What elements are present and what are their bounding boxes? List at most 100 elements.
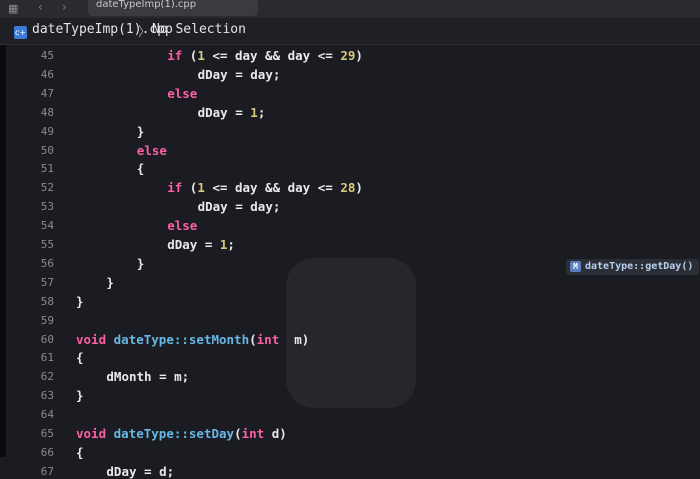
code-line[interactable]: dDay = 1; <box>167 238 235 252</box>
text-token: ) <box>355 180 363 196</box>
number-token: 28 <box>340 180 356 196</box>
code-line[interactable]: dDay = d; <box>106 463 175 479</box>
number-token: 1 <box>250 104 258 120</box>
code-line[interactable]: } <box>106 274 114 290</box>
breadcrumb-separator-icon: 〉 <box>138 25 152 40</box>
line-number: 65 <box>40 427 54 440</box>
code-editor[interactable]: 45 if (1 <= day && day <= 29) 46 dDay = day… <box>0 44 700 479</box>
text-token: dMonth = m; <box>106 369 190 385</box>
text-token: ; <box>257 104 266 120</box>
text-token: { <box>76 444 84 460</box>
tab-bar: ▦ ‹ › dateTypeImp(1).cpp <box>0 0 700 18</box>
line-number: 49 <box>40 124 54 138</box>
keyword-token: void <box>76 331 107 347</box>
text-token: dDay = <box>167 237 220 252</box>
text-token: ( <box>249 331 257 347</box>
line-number: 51 <box>40 162 54 176</box>
text-token: { <box>136 161 145 177</box>
text-token: { <box>76 350 84 366</box>
code-line[interactable]: dDay = day; <box>197 66 281 82</box>
back-arrow-icon[interactable]: ‹ <box>38 0 43 14</box>
line-number: 64 <box>40 408 54 422</box>
text-token: ( <box>182 180 198 196</box>
line-number: 57 <box>40 275 54 289</box>
code-line[interactable]: else <box>167 219 197 233</box>
line-number: 50 <box>40 143 54 157</box>
text-token: dDay = day; <box>197 66 281 82</box>
number-token: 1 <box>197 48 205 63</box>
line-number: 52 <box>40 181 54 195</box>
code-line[interactable]: { <box>76 351 84 365</box>
symbol-hint-label: dateType::getDay() <box>585 261 694 272</box>
text-token: } <box>76 293 84 309</box>
line-number: 45 <box>40 49 54 62</box>
text-token: dDay = day; <box>197 199 281 215</box>
text-token: dDay = <box>197 104 251 120</box>
code-line[interactable]: } <box>76 389 84 403</box>
text-token: d) <box>264 426 287 441</box>
text-token: dDay = d; <box>106 463 175 479</box>
line-number: 56 <box>40 256 54 270</box>
function-token: dateType::setDay <box>113 426 235 441</box>
text-token: ) <box>355 48 363 63</box>
number-token: 1 <box>197 180 205 196</box>
line-number: 62 <box>40 370 54 384</box>
code-line[interactable]: dDay = 1; <box>197 104 266 120</box>
line-number: 55 <box>40 238 54 251</box>
text-token: <= day && day <= <box>204 180 341 196</box>
line-number: 47 <box>40 86 54 100</box>
line-number: 61 <box>40 351 54 365</box>
line-number: 59 <box>40 313 54 327</box>
tab-title[interactable]: dateTypeImp(1).cpp <box>96 0 246 10</box>
code-line[interactable]: { <box>76 444 84 460</box>
code-line[interactable]: dDay = day; <box>198 200 281 214</box>
code-line[interactable]: dMonth = m; <box>106 370 189 384</box>
code-line[interactable]: if (1 <= day && day <= 29) <box>167 49 363 63</box>
breadcrumb-selection[interactable]: No Selection <box>152 22 246 37</box>
keyword-token: if <box>167 180 183 196</box>
keyword-token: else <box>167 85 198 101</box>
cpp-file-icon: c+ <box>14 26 27 39</box>
code-line[interactable]: void dateType::setMonth(int m) <box>76 331 310 347</box>
code-line[interactable]: } <box>136 123 145 139</box>
line-number: 67 <box>40 464 54 478</box>
keyword-token: int <box>241 426 265 441</box>
keyword-token: else <box>136 142 167 158</box>
text-token: ; <box>227 237 235 252</box>
symbol-hint[interactable]: MdateType::getDay() <box>566 259 700 275</box>
text-token: <= day && day <= <box>204 48 341 63</box>
line-number: 63 <box>40 389 54 403</box>
keyword-token: int <box>256 331 280 347</box>
text-token: ( <box>234 426 242 441</box>
line-number: 48 <box>40 105 54 119</box>
number-token: 29 <box>340 48 356 63</box>
keyword-token: if <box>167 48 183 63</box>
code-line[interactable]: { <box>137 162 145 176</box>
code-line[interactable]: } <box>136 255 145 271</box>
forward-arrow-icon[interactable]: › <box>62 0 67 14</box>
code-line[interactable]: else <box>167 85 198 101</box>
code-line[interactable]: } <box>76 293 84 309</box>
keyword-token: else <box>167 218 198 234</box>
text-token: } <box>106 274 114 290</box>
text-token: ( <box>182 48 198 63</box>
code-line[interactable]: void dateType::setDay(int d) <box>76 427 287 441</box>
method-badge-icon: M <box>570 261 581 272</box>
line-number: 58 <box>40 294 54 308</box>
code-line[interactable]: else <box>136 142 167 158</box>
keyword-token: void <box>76 426 107 441</box>
line-number: 54 <box>40 219 54 233</box>
text-token: } <box>136 255 145 271</box>
line-number: 66 <box>40 445 54 459</box>
line-number: 46 <box>40 67 54 81</box>
function-token: dateType::setMonth <box>113 331 250 347</box>
code-line[interactable]: if (1 <= day && day <= 28) <box>167 181 363 195</box>
line-number: 60 <box>40 332 54 346</box>
grid-icon[interactable]: ▦ <box>8 2 18 15</box>
text-token: m) <box>279 331 310 347</box>
text-token: } <box>76 388 84 404</box>
text-token: } <box>136 123 145 139</box>
line-number: 53 <box>40 200 54 214</box>
